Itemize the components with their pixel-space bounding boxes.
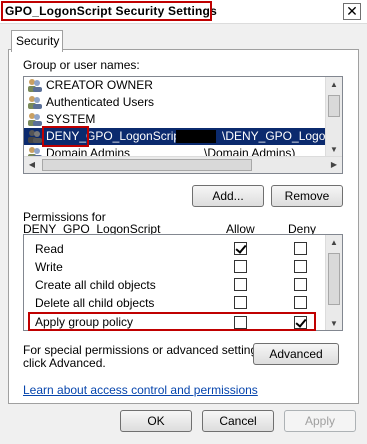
scroll-down-icon[interactable]: ▼: [326, 316, 342, 330]
permission-name: Write: [35, 260, 63, 274]
scroll-left-icon[interactable]: ◀: [24, 157, 40, 173]
close-button[interactable]: ✕: [343, 3, 361, 20]
list-item-label: CREATOR OWNER: [46, 78, 153, 92]
add-button[interactable]: Add...: [192, 185, 264, 207]
allow-delete-child-checkbox[interactable]: [234, 296, 247, 309]
special-permissions-text-line1: For special permissions or advanced sett…: [23, 343, 267, 357]
permissions-vertical-scrollbar[interactable]: ▲ ▼: [325, 235, 342, 330]
list-item[interactable]: CREATOR OWNER: [24, 77, 328, 94]
tab-security[interactable]: Security: [11, 30, 63, 52]
apply-policy-highlight-box: [28, 312, 316, 331]
groups-horizontal-scrollbar[interactable]: ◀ ▶: [24, 156, 342, 173]
list-item-suffix: \DENY_GPO_LogonS: [222, 129, 341, 143]
groups-label: Group or user names:: [23, 58, 140, 72]
permission-row-create-child: Create all child objects: [24, 276, 327, 294]
allow-write-checkbox[interactable]: [234, 260, 247, 273]
users-icon: [28, 79, 42, 92]
ok-button[interactable]: OK: [120, 410, 192, 432]
permission-name: Read: [35, 242, 64, 256]
permission-row-delete-child: Delete all child objects: [24, 294, 327, 312]
list-item[interactable]: Authenticated Users: [24, 94, 328, 111]
special-permissions-text-line2: click Advanced.: [23, 356, 106, 370]
deny-create-child-checkbox[interactable]: [294, 278, 307, 291]
scroll-thumb[interactable]: [328, 253, 340, 305]
scroll-right-icon[interactable]: ▶: [326, 157, 342, 173]
scroll-thumb[interactable]: [328, 95, 340, 117]
list-item-label: SYSTEM: [46, 112, 96, 126]
allow-create-child-checkbox[interactable]: [234, 278, 247, 291]
scroll-thumb[interactable]: [42, 159, 252, 171]
apply-button[interactable]: Apply: [284, 410, 356, 432]
permission-row-write: Write: [24, 258, 327, 276]
selected-item-highlight-box: [42, 126, 89, 147]
permission-name: Delete all child objects: [35, 296, 155, 310]
permission-row-read: Read: [24, 240, 327, 258]
users-icon: [28, 96, 42, 109]
permission-name: Create all child objects: [35, 278, 156, 292]
cancel-button[interactable]: Cancel: [202, 410, 274, 432]
deny-delete-child-checkbox[interactable]: [294, 296, 307, 309]
learn-link[interactable]: Learn about access control and permissio…: [23, 383, 258, 397]
users-icon: [28, 113, 42, 126]
advanced-button[interactable]: Advanced: [253, 343, 339, 365]
groups-vertical-scrollbar[interactable]: ▲ ▼: [325, 77, 342, 158]
allow-read-checkbox[interactable]: [234, 242, 247, 255]
remove-button[interactable]: Remove: [271, 185, 343, 207]
close-icon: ✕: [346, 3, 358, 19]
deny-read-checkbox[interactable]: [294, 242, 307, 255]
groups-listbox[interactable]: CREATOR OWNER Authenticated Users SYSTEM…: [23, 76, 343, 174]
deny-write-checkbox[interactable]: [294, 260, 307, 273]
users-icon: [28, 130, 42, 143]
redaction-bar: [176, 130, 216, 143]
title-highlight-box: [1, 1, 212, 21]
scroll-up-icon[interactable]: ▲: [326, 77, 342, 93]
list-item-label: Authenticated Users: [46, 95, 155, 109]
scroll-up-icon[interactable]: ▲: [326, 235, 342, 251]
